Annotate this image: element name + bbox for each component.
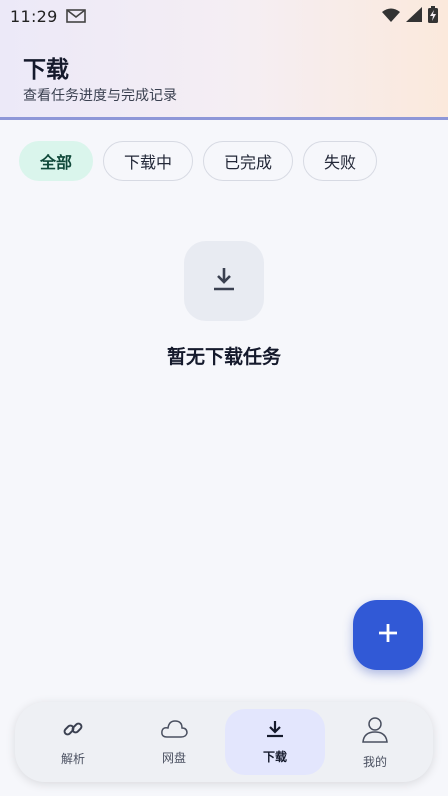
app-header: 11:29 下载 查看任务进度与完成记录 — [0, 0, 448, 120]
nav-item-parse[interactable]: 解析 — [23, 709, 123, 775]
filter-chip-downloading[interactable]: 下载中 — [103, 141, 193, 181]
page-title: 下载 — [23, 57, 69, 83]
status-icons — [382, 5, 438, 27]
link-icon — [62, 718, 84, 744]
empty-state-text: 暂无下载任务 — [166, 346, 281, 368]
nav-label-download: 下载 — [262, 749, 287, 764]
status-time: 11:29 — [10, 6, 58, 26]
user-icon — [361, 715, 389, 747]
download-icon — [212, 266, 236, 296]
page-subtitle: 查看任务进度与完成记录 — [23, 88, 177, 104]
plus-icon — [377, 622, 399, 648]
mail-icon — [65, 9, 86, 23]
nav-item-cloud-drive[interactable]: 网盘 — [124, 709, 224, 775]
filter-chip-completed[interactable]: 已完成 — [203, 141, 293, 181]
nav-label-profile: 我的 — [362, 754, 387, 769]
filter-chip-all[interactable]: 全部 — [19, 141, 93, 181]
bottom-nav: 解析 网盘 下载 我的 — [15, 702, 433, 782]
nav-label-parse: 解析 — [60, 751, 85, 766]
cloud-icon — [160, 719, 188, 743]
filter-chips: 全部 下载中 已完成 失败 — [19, 141, 377, 181]
nav-item-download[interactable]: 下载 — [225, 709, 325, 775]
download-icon — [266, 720, 284, 742]
wifi-icon — [382, 7, 400, 26]
nav-item-profile[interactable]: 我的 — [325, 709, 425, 775]
filter-chip-failed[interactable]: 失败 — [303, 141, 377, 181]
signal-icon — [406, 6, 422, 26]
empty-state-icon-box — [184, 241, 264, 321]
battery-charging-icon — [428, 5, 438, 27]
nav-label-cloud-drive: 网盘 — [161, 750, 186, 765]
status-bar: 11:29 — [0, 0, 448, 32]
add-task-button[interactable] — [353, 600, 423, 670]
